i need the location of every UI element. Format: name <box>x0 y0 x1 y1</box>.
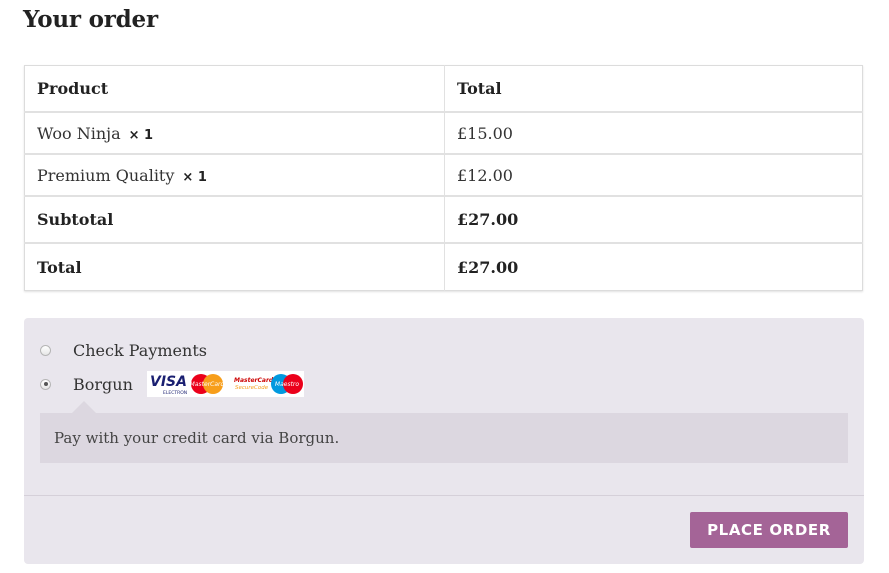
card-logos: VISA ELECTRON MasterCard MasterCard Secu… <box>146 371 304 397</box>
payment-section: Check Payments Borgun VISA ELECTRON Mast… <box>24 318 864 564</box>
subtotal-label: Subtotal <box>24 196 445 244</box>
maestro-icon: Maestro <box>270 374 303 394</box>
mastercard-text: MasterCard <box>190 381 225 388</box>
divider <box>24 495 864 496</box>
securecode-bottom-text: SecureCode <box>235 385 269 391</box>
payment-method-check[interactable]: Check Payments <box>40 340 207 360</box>
order-total-row: Total £27.00 <box>24 243 863 291</box>
order-review-table: Product Total Woo Ninja × 1 £15.00 Premiu… <box>24 65 863 291</box>
payment-method-borgun[interactable]: Borgun VISA ELECTRON MasterCard MasterCa… <box>40 371 304 397</box>
mastercard-securecode-icon: MasterCard SecureCode <box>234 377 274 391</box>
maestro-text: Maestro <box>275 381 299 388</box>
visa-text: VISA <box>150 374 187 390</box>
description-pointer <box>72 401 96 413</box>
check-payments-radio[interactable] <box>40 344 51 356</box>
product-quantity: × 1 <box>182 169 207 185</box>
subtotal-value: £27.00 <box>444 196 863 244</box>
securecode-top-text: MasterCard <box>234 377 274 384</box>
order-total-value: £27.00 <box>457 257 519 277</box>
product-cell: Woo Ninja × 1 <box>24 112 445 155</box>
payment-method-label[interactable]: Borgun <box>73 375 133 394</box>
card-logos-graphic: VISA ELECTRON MasterCard MasterCard Secu… <box>150 374 303 396</box>
table-header-row: Product Total <box>24 65 863 113</box>
line-total: £15.00 <box>444 112 863 155</box>
product-name: Woo Ninja <box>37 123 121 143</box>
table-row: Premium Quality × 1 £12.00 <box>24 154 863 197</box>
subtotal-row: Subtotal £27.00 <box>24 196 863 244</box>
line-total: £12.00 <box>444 154 863 197</box>
table-row: Woo Ninja × 1 £15.00 <box>24 112 863 155</box>
product-quantity: × 1 <box>128 127 154 143</box>
product-name: Premium Quality <box>37 165 175 185</box>
page-title: Your order <box>23 6 158 33</box>
order-total-label: Total <box>24 243 445 291</box>
mastercard-icon: MasterCard <box>190 374 225 394</box>
electron-text: ELECTRON <box>163 390 187 396</box>
checkout-order-review: Your order Product Total Woo Ninja × 1 £1… <box>0 0 889 573</box>
visa-electron-icon: VISA ELECTRON <box>150 374 187 396</box>
payment-method-label[interactable]: Check Payments <box>73 341 207 360</box>
place-order-button[interactable]: PLACE ORDER <box>690 512 848 548</box>
borgun-radio[interactable] <box>40 378 51 390</box>
column-header-total: Total <box>444 65 863 113</box>
payment-description: Pay with your credit card via Borgun. <box>40 413 848 463</box>
product-cell: Premium Quality × 1 <box>24 154 445 197</box>
column-header-product: Product <box>24 65 445 113</box>
